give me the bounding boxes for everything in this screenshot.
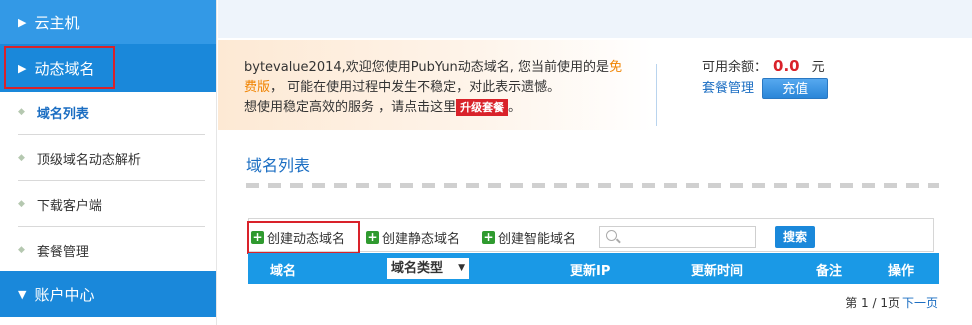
- column-header-action: 操作: [888, 264, 915, 279]
- button-label: 创建静态域名: [382, 232, 461, 247]
- sidebar-item-top-level-dns[interactable]: ◆ 顶级域名动态解析: [0, 135, 216, 181]
- next-page-link[interactable]: 下一页: [902, 296, 938, 310]
- balance-actions: 套餐管理 充值: [702, 78, 829, 99]
- balance-row: 可用余额： 0.0 元: [702, 56, 828, 78]
- page-info: 第 1 / 1页: [845, 296, 900, 310]
- bullet-icon: ◆: [18, 153, 25, 163]
- nav-group-label: 账户中心: [34, 285, 95, 304]
- caret-down-icon: ▼: [458, 263, 465, 273]
- upgrade-plan-button[interactable]: 升级套餐: [456, 99, 509, 116]
- select-value: 域名类型: [391, 261, 444, 276]
- create-smart-domain-button[interactable]: + 创建智能域名: [482, 228, 576, 247]
- notice-text: ， 可能在使用过程中发生不稳定，对此表示遗憾。: [270, 80, 561, 95]
- plus-icon: +: [482, 230, 495, 244]
- page-title: 域名列表: [246, 156, 311, 175]
- divider: [656, 64, 657, 126]
- top-strip: [218, 0, 972, 38]
- column-header-update-ip: 更新IP: [570, 264, 611, 279]
- dashed-divider: [246, 183, 939, 188]
- collapse-arrow-icon: ▼: [18, 287, 27, 301]
- notice-text: 。: [508, 100, 522, 115]
- balance-label: 可用余额：: [702, 60, 768, 75]
- search-input[interactable]: [622, 228, 752, 246]
- sidebar-item-plan-management[interactable]: ◆ 套餐管理: [0, 227, 216, 273]
- balance-panel: 可用余额： 0.0 元 套餐管理 充值: [702, 56, 829, 99]
- notice-highlight: 费版: [244, 80, 271, 95]
- notice-highlight: 免: [609, 60, 623, 75]
- nav-group-label: 云主机: [34, 13, 80, 32]
- notice-banner: bytevalue2014,欢迎您使用PubYun动态域名, 您当前使用的是免 …: [218, 40, 654, 130]
- balance-unit: 元: [811, 60, 825, 75]
- create-static-domain-button[interactable]: + 创建静态域名: [366, 228, 460, 247]
- bullet-icon: ◆: [18, 245, 25, 255]
- sidebar: ▶ 云主机 ▶ 动态域名 ◆ 域名列表 ◆ 顶级域名动态解析 ◆ 下载客户端 ◆…: [0, 0, 217, 325]
- table-header: 域名 域名类型 ▼ 更新IP 更新时间 备注 操作: [248, 253, 939, 284]
- sidebar-item-label: 下载客户端: [36, 198, 102, 214]
- sidebar-item-label: 顶级域名动态解析: [36, 152, 141, 168]
- search-box: [599, 226, 756, 248]
- column-header-domain: 域名: [270, 264, 297, 279]
- notice-line-1: bytevalue2014,欢迎您使用PubYun动态域名, 您当前使用的是免: [244, 58, 654, 78]
- notice-text: 想使用稳定高效的服务 ，请点击这里: [244, 100, 457, 115]
- highlight-box: [4, 46, 115, 89]
- expand-arrow-icon: ▶: [18, 15, 27, 29]
- sidebar-item-domain-list[interactable]: ◆ 域名列表: [0, 89, 216, 135]
- nav-group-cloud-host[interactable]: ▶ 云主机: [0, 0, 216, 44]
- bullet-icon: ◆: [18, 107, 25, 117]
- button-label: 创建智能域名: [498, 232, 577, 247]
- nav-group-account-center[interactable]: ▼ 账户中心: [0, 271, 216, 317]
- notice-line-2: 费版， 可能在使用过程中发生不稳定，对此表示遗憾。: [244, 78, 654, 98]
- recharge-button[interactable]: 充值: [762, 78, 829, 99]
- sidebar-item-label: 套餐管理: [36, 244, 89, 260]
- balance-amount: 0.0: [773, 57, 800, 75]
- search-button[interactable]: 搜索: [775, 226, 815, 248]
- column-header-note: 备注: [816, 264, 843, 279]
- domain-type-select[interactable]: 域名类型 ▼: [387, 258, 469, 279]
- sidebar-item-download-client[interactable]: ◆ 下载客户端: [0, 181, 216, 227]
- pagination: 第 1 / 1页 下一页: [845, 294, 938, 311]
- highlight-box: [247, 221, 360, 254]
- search-icon: [606, 230, 617, 241]
- notice-text: bytevalue2014,欢迎您使用PubYun动态域名, 您当前使用的是: [244, 60, 610, 75]
- notice-line-3: 想使用稳定高效的服务 ，请点击这里 升级套餐。: [244, 98, 654, 118]
- column-header-update-time: 更新时间: [691, 264, 744, 279]
- bullet-icon: ◆: [18, 199, 25, 209]
- plan-management-link[interactable]: 套餐管理: [702, 81, 754, 96]
- sidebar-item-label: 域名列表: [36, 106, 89, 122]
- plus-icon: +: [366, 230, 379, 244]
